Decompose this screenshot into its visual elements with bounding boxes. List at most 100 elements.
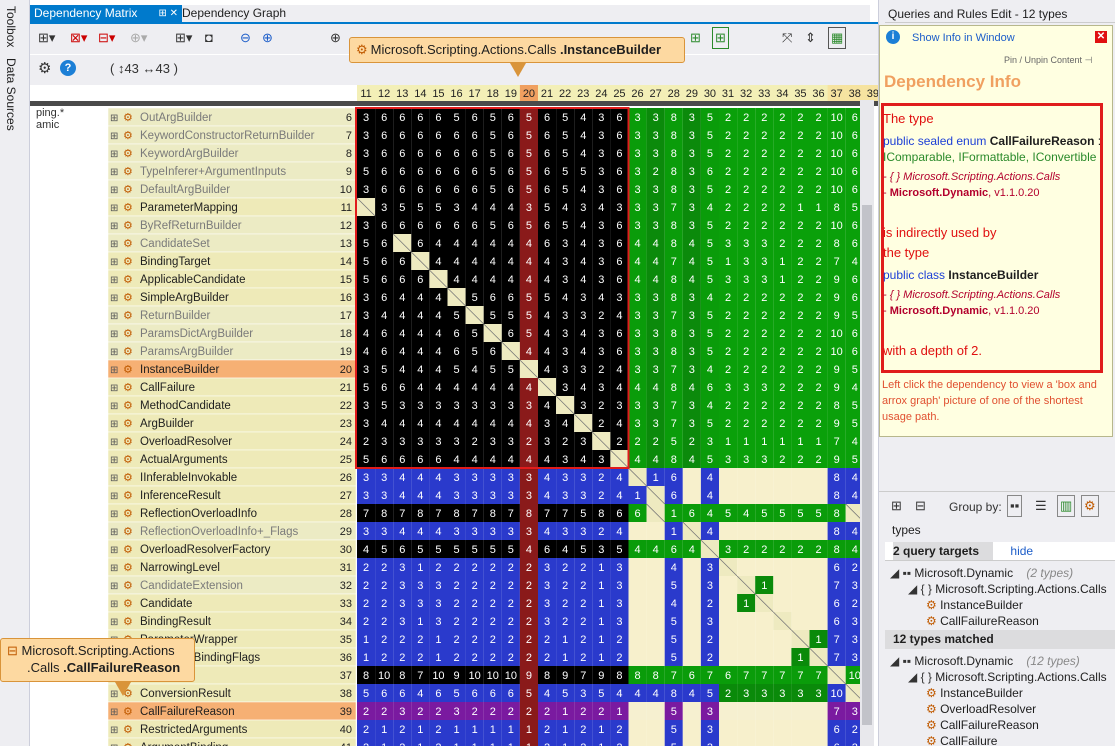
expand-icon: ⊞ xyxy=(110,473,118,484)
cell-value: 1 xyxy=(653,472,659,484)
tree-assembly[interactable]: ◢ ▪▪ Microsoft.Dynamic (12 types) xyxy=(890,654,1080,668)
cell-value: 3 xyxy=(743,256,749,268)
remove-empty-icon[interactable]: ⊟▾ xyxy=(98,28,115,48)
cell-value: 6 xyxy=(417,112,423,124)
pin-unpin-link[interactable]: Pin / Unpin Content ⊣ xyxy=(1004,55,1092,66)
tree-namespace[interactable]: ◢ { } Microsoft.Scripting.Actions.Calls xyxy=(908,582,1107,596)
cell-value: 4 xyxy=(743,508,749,520)
expand-all-icon[interactable]: ⊞ xyxy=(891,496,902,516)
scrollbar-thumb[interactable] xyxy=(862,205,872,725)
cell-value: 6 xyxy=(381,454,387,466)
row-name: ArgumentBinding xyxy=(140,742,228,746)
cell-value: 2 xyxy=(490,652,496,664)
tree-type[interactable]: ⚙ OverloadResolver xyxy=(926,702,1036,716)
cell-value: 7 xyxy=(707,670,713,682)
cell-value: 2 xyxy=(797,400,803,412)
tree-type[interactable]: ⚙ CallFailureReason xyxy=(926,614,1039,628)
cell-value: 4 xyxy=(852,544,858,556)
cell-value: 3 xyxy=(653,292,659,304)
class-icon: ⚙ xyxy=(123,364,133,376)
tree-type[interactable]: ⚙ InstanceBuilder xyxy=(926,686,1023,700)
back-icon[interactable]: ⊖ xyxy=(240,28,251,48)
data-sources-tab[interactable]: Data Sources xyxy=(4,58,18,131)
cell-value: 2 xyxy=(435,742,441,746)
bind-icon[interactable]: ⊞ xyxy=(690,28,701,48)
matrix-cell xyxy=(737,468,756,486)
forward-icon[interactable]: ⊕ xyxy=(262,28,273,48)
class-icon: ⚙ xyxy=(926,718,941,732)
tree-namespace[interactable]: ◢ { } Microsoft.Scripting.Actions.Calls xyxy=(908,670,1107,684)
cell-value: 6 xyxy=(381,346,387,358)
matrix-cell xyxy=(791,738,810,746)
cell-value: 2 xyxy=(508,616,514,628)
cell-value: 4 xyxy=(544,400,550,412)
hide-link[interactable]: hide xyxy=(1010,544,1033,558)
cell-value: 3 xyxy=(707,562,713,574)
cell-value: 2 xyxy=(725,328,731,340)
cell-value: 5 xyxy=(526,688,532,700)
cell-value: 2 xyxy=(580,724,586,736)
refresh-icon[interactable]: ⊕▾ xyxy=(130,28,147,48)
tab-pin-close-icons[interactable]: ⊞ ✕ xyxy=(158,5,178,22)
group-namespace-icon[interactable]: ☰ xyxy=(1035,496,1047,516)
cell-value: 4 xyxy=(580,454,586,466)
cell-value: 5 xyxy=(472,292,478,304)
tab-dependency-matrix[interactable]: Dependency Matrix ⊞ ✕ xyxy=(30,5,182,23)
show-info-link[interactable]: Show Info in Window xyxy=(912,32,1015,44)
cell-value: 3 xyxy=(689,400,695,412)
cell-value: 3 xyxy=(363,130,369,142)
info-type1-decl: public sealed enum CallFailureReason : xyxy=(883,134,1102,148)
tree-label: CallFailureReason xyxy=(940,718,1039,732)
zoom-icon[interactable]: ⊕ xyxy=(330,28,341,48)
group-by-label: Group by: xyxy=(949,500,1002,514)
row-name: KeywordArgBuilder xyxy=(140,148,239,160)
cell-value: 5 xyxy=(472,328,478,340)
cell-value: 6 xyxy=(544,220,550,232)
cell-value: 2 xyxy=(815,364,821,376)
cell-value: 3 xyxy=(707,436,713,448)
tree-type[interactable]: ⚙ CallFailureReason xyxy=(926,718,1039,732)
cell-value: 3 xyxy=(707,706,713,718)
row-name: InferenceResult xyxy=(140,490,221,502)
cell-value: 4 xyxy=(689,688,695,700)
toolbox-tab[interactable]: Toolbox xyxy=(4,6,18,47)
matrix-view-icon[interactable]: ▦ xyxy=(828,27,847,49)
cell-value: 2 xyxy=(490,580,496,592)
row-number: 33 xyxy=(340,598,352,610)
gear-icon[interactable]: ⚙ xyxy=(38,59,51,79)
cell-value: 2 xyxy=(490,598,496,610)
close-icon[interactable]: ✕ xyxy=(1095,31,1107,43)
group-member-icon[interactable]: ⚙ xyxy=(1081,495,1099,517)
move-icon[interactable]: ⤧ xyxy=(782,28,792,48)
camera-icon[interactable]: ◘ xyxy=(205,28,213,48)
collapse-all-icon[interactable]: ⊟ xyxy=(915,496,926,516)
cell-value: 2 xyxy=(580,634,586,646)
help-icon[interactable]: ? xyxy=(60,60,76,76)
tree-assembly[interactable]: ◢ ▪▪ Microsoft.Dynamic (2 types) xyxy=(890,566,1073,580)
export-icon[interactable]: ⊞▾ xyxy=(175,28,192,48)
cell-value: 3 xyxy=(815,688,821,700)
remove-icon[interactable]: ⊠▾ xyxy=(70,28,87,48)
grid-options-icon[interactable]: ⊞▾ xyxy=(38,28,55,48)
bind-cols-icon[interactable]: ⊞ xyxy=(712,27,729,49)
cell-value: 5 xyxy=(761,508,767,520)
cell-value: 4 xyxy=(653,382,659,394)
cell-value: 3 xyxy=(634,364,640,376)
tooltip-type: .CallFailureReason xyxy=(63,660,181,675)
row-name: ReturnBuilder xyxy=(140,310,210,322)
cell-value: 2 xyxy=(399,652,405,664)
cell-value: 2 xyxy=(779,544,785,556)
group-assembly-icon[interactable]: ▪▪ xyxy=(1007,495,1023,517)
row-name: ParameterMapping xyxy=(140,202,238,214)
expand-icon[interactable]: ⇕ xyxy=(805,28,816,48)
cell-value: 1 xyxy=(363,634,369,646)
cell-value: 6 xyxy=(616,166,622,178)
column-number: 38 xyxy=(849,88,861,100)
tab-dependency-graph[interactable]: Dependency Graph xyxy=(178,5,298,23)
cell-value: 3 xyxy=(634,202,640,214)
cell-value: 2 xyxy=(580,616,586,628)
cell-value: 2 xyxy=(562,598,568,610)
tree-type[interactable]: ⚙ InstanceBuilder xyxy=(926,598,1023,612)
group-type-icon[interactable]: ▥ xyxy=(1057,495,1076,517)
matrix-cell xyxy=(737,630,756,648)
